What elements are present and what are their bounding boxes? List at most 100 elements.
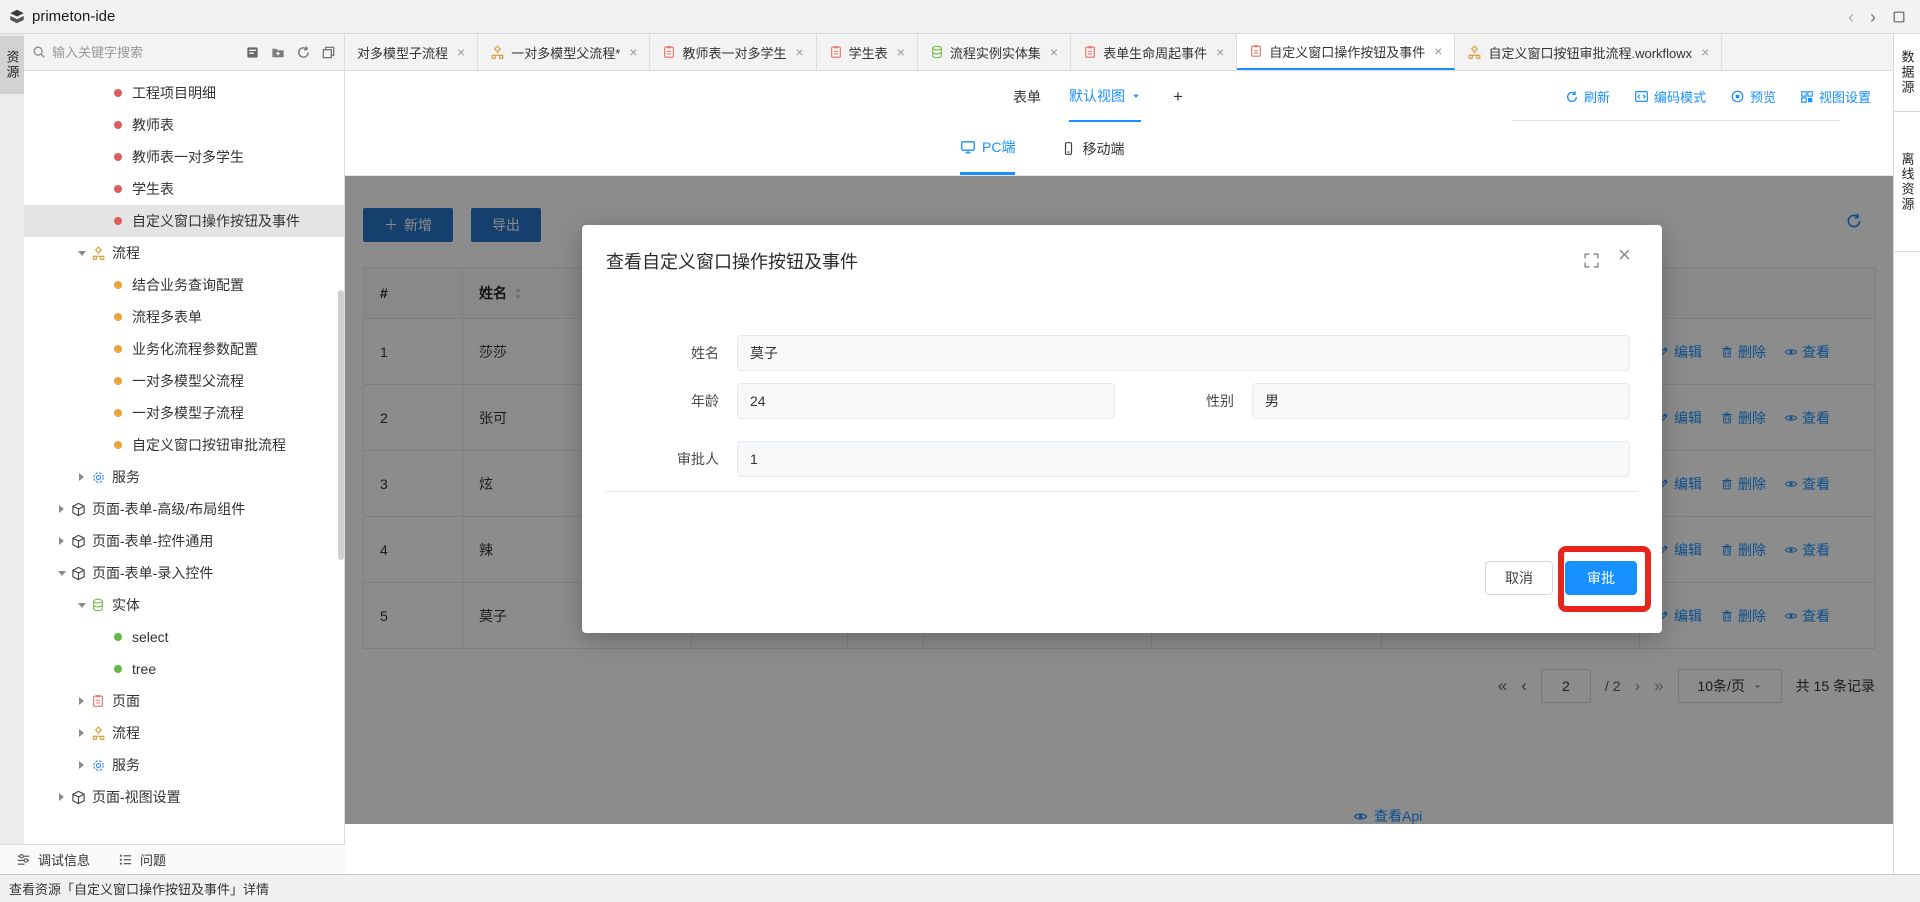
close-tab-icon[interactable]: ×	[1701, 45, 1709, 59]
dot-orange-icon	[109, 409, 127, 417]
tree-item[interactable]: 自定义窗口操作按钮及事件	[24, 205, 344, 237]
tool-preview[interactable]: 预览	[1730, 87, 1776, 106]
cube-icon	[69, 502, 87, 517]
tree-item[interactable]: 流程多表单	[24, 301, 344, 333]
tree-item[interactable]: 结合业务查询配置	[24, 269, 344, 301]
expander-icon[interactable]	[74, 251, 89, 256]
tool-refresh[interactable]: 刷新	[1565, 87, 1610, 106]
collapse-panels-icon[interactable]	[321, 45, 336, 60]
tab-debug-info[interactable]: 调试信息	[16, 850, 90, 869]
expander-icon[interactable]	[54, 793, 69, 801]
tree-item[interactable]: 流程	[24, 237, 344, 269]
document-tab[interactable]: 教师表一对多学生 ×	[650, 34, 816, 70]
expander-icon[interactable]	[74, 729, 89, 737]
workflow-icon	[1467, 45, 1482, 60]
rail-item-datasource[interactable]: 数据源	[1894, 34, 1920, 112]
refresh-icon	[1565, 90, 1579, 104]
tree-item[interactable]: 工程项目明细	[24, 77, 344, 109]
dot-red-icon	[109, 217, 127, 225]
expander-icon[interactable]	[54, 505, 69, 513]
tree-item[interactable]: 一对多模型子流程	[24, 397, 344, 429]
tree-item[interactable]: 页面	[24, 685, 344, 717]
tree-item[interactable]: 流程	[24, 717, 344, 749]
refresh-tree-icon[interactable]	[296, 45, 311, 60]
document-tab[interactable]: 对多模型子流程 ×	[345, 34, 478, 70]
tree-item[interactable]: 教师表	[24, 109, 344, 141]
sidebar-scrollbar[interactable]	[338, 290, 344, 560]
window-restore-icon[interactable]	[1892, 10, 1906, 24]
close-tab-icon[interactable]: ×	[1050, 45, 1058, 59]
tree-item[interactable]: 页面-表单-控件通用	[24, 525, 344, 557]
tree-item[interactable]: 一对多模型父流程	[24, 365, 344, 397]
document-tab[interactable]: 学生表 ×	[817, 34, 918, 70]
tree-item[interactable]: select	[24, 621, 344, 653]
tool-code[interactable]: 编码模式	[1634, 87, 1706, 106]
field-gender-label: 性别	[1182, 391, 1252, 411]
close-tab-icon[interactable]: ×	[457, 45, 465, 59]
field-name-label: 姓名	[617, 343, 737, 363]
approve-button[interactable]: 审批	[1565, 561, 1637, 595]
dot-orange-icon	[109, 377, 127, 385]
field-name-input[interactable]	[737, 335, 1630, 371]
field-age-input[interactable]	[737, 383, 1115, 419]
close-tab-icon[interactable]: ×	[897, 45, 905, 59]
nav-back-icon[interactable]: ‹	[1848, 8, 1854, 26]
tree-item[interactable]: 页面-表单-录入控件	[24, 557, 344, 589]
document-tab[interactable]: 自定义窗口按钮审批流程.workflowx ×	[1455, 34, 1722, 70]
expander-icon[interactable]	[74, 603, 89, 608]
add-view-button[interactable]: +	[1173, 87, 1183, 107]
tree-item[interactable]: 服务	[24, 461, 344, 493]
close-tab-icon[interactable]: ×	[1216, 45, 1224, 59]
app-window: primeton-ide ‹ › 对多模型子流程 ×	[0, 0, 1920, 902]
app-logo-icon	[8, 8, 26, 26]
tree-item[interactable]: 页面-视图设置	[24, 781, 344, 813]
dot-orange-icon	[109, 441, 127, 449]
new-resource-icon[interactable]	[245, 45, 260, 60]
search-box[interactable]	[32, 45, 241, 60]
tree-item[interactable]: 业务化流程参数配置	[24, 333, 344, 365]
tree-item[interactable]: tree	[24, 653, 344, 685]
close-tab-icon[interactable]: ×	[1434, 44, 1442, 58]
expander-icon[interactable]	[54, 571, 69, 576]
device-tab[interactable]: PC端	[960, 122, 1015, 175]
rail-item-offline-resources[interactable]: 离线资源	[1894, 112, 1920, 252]
tool-grid[interactable]: 视图设置	[1800, 87, 1871, 106]
app-title: primeton-ide	[32, 8, 115, 25]
fullscreen-icon[interactable]	[1583, 252, 1600, 269]
view-selector[interactable]: 默认视图	[1069, 71, 1141, 122]
document-tab[interactable]: 流程实例实体集 ×	[918, 34, 1071, 70]
field-approver-input[interactable]	[737, 441, 1630, 477]
document-tab[interactable]: 表单生命周起事件 ×	[1071, 34, 1237, 70]
dot-orange-icon	[109, 313, 127, 321]
cube-icon	[69, 790, 87, 805]
device-tab[interactable]: 移动端	[1061, 122, 1124, 175]
nav-forward-icon[interactable]: ›	[1870, 8, 1876, 26]
tab-form[interactable]: 表单	[1013, 71, 1041, 122]
tab-problems[interactable]: 问题	[118, 850, 166, 869]
document-tab[interactable]: 一对多模型父流程* ×	[478, 34, 650, 70]
dot-orange-icon	[109, 281, 127, 289]
tree-item[interactable]: 页面-表单-高级/布局组件	[24, 493, 344, 525]
tree-item[interactable]: 实体	[24, 589, 344, 621]
tree-item[interactable]: 服务	[24, 749, 344, 781]
rail-item-resources[interactable]: 资源	[0, 36, 24, 94]
close-icon[interactable]: ×	[1618, 244, 1631, 266]
expander-icon[interactable]	[74, 473, 89, 481]
tree-item[interactable]: 学生表	[24, 173, 344, 205]
field-gender: 性别	[1182, 383, 1630, 419]
form-icon	[89, 694, 107, 708]
form-icon	[829, 45, 843, 59]
tree-item[interactable]: 教师表一对多学生	[24, 141, 344, 173]
expander-icon[interactable]	[54, 537, 69, 545]
close-tab-icon[interactable]: ×	[629, 45, 637, 59]
tree-item[interactable]: 自定义窗口按钮审批流程	[24, 429, 344, 461]
document-tab[interactable]: 自定义窗口操作按钮及事件 ×	[1237, 34, 1455, 70]
field-gender-input[interactable]	[1252, 383, 1630, 419]
field-age: 年龄	[617, 383, 1115, 419]
search-input[interactable]	[52, 45, 202, 60]
expander-icon[interactable]	[74, 697, 89, 705]
close-tab-icon[interactable]: ×	[795, 45, 803, 59]
cancel-button[interactable]: 取消	[1485, 561, 1553, 595]
new-folder-icon[interactable]	[270, 45, 286, 60]
expander-icon[interactable]	[74, 761, 89, 769]
